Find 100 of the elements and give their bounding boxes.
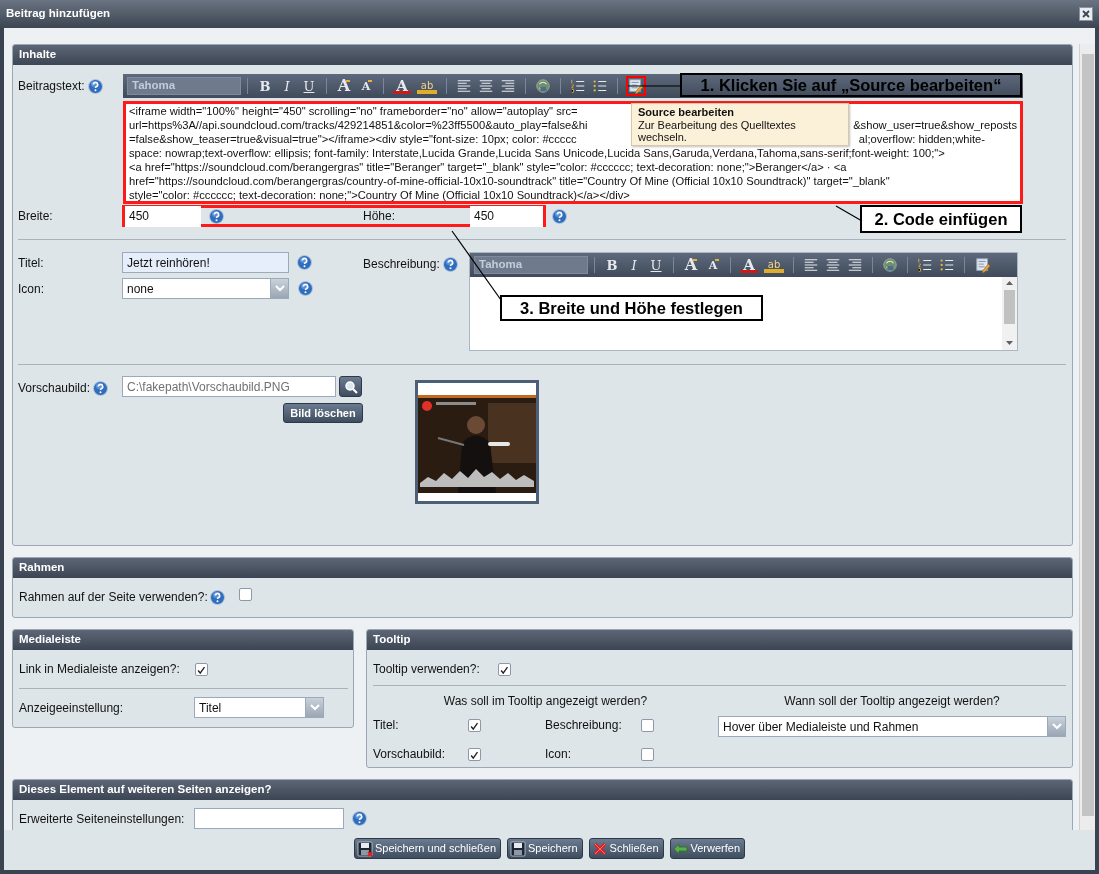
title-field[interactable]: Jetzt reinhören! xyxy=(122,252,289,273)
code-text: =false&show_teaser=true&visual=true"></iframe><div style="font-size: 10px; color: #ccccc xyxy=(129,132,577,146)
align-left-icon[interactable] xyxy=(456,77,472,95)
code-text: space: nowrap;text-overflow: ellipsis; font-family: Interstate,Lucida Grande,Lucida Sans Unicode,Lucida Sans,Garuda,Verdana,Tahoma,sans-serif;font-weight: 100;"> xyxy=(129,146,945,160)
width-field[interactable]: 450 xyxy=(125,205,201,227)
panel-title: Medialeiste xyxy=(19,632,81,648)
highlight-button[interactable]: ab xyxy=(762,255,786,275)
field-label: Titel: xyxy=(18,254,45,272)
field-label: Breite: xyxy=(18,208,54,225)
callout-label: 3. Breite und Höhe festlegen xyxy=(500,295,763,321)
field-label: Beitragstext: xyxy=(18,78,85,95)
checkbox[interactable] xyxy=(641,718,654,732)
display-dropdown[interactable]: Titel xyxy=(194,697,324,718)
bold-button[interactable]: B xyxy=(602,255,622,275)
help-icon[interactable] xyxy=(298,281,313,296)
field-label: Rahmen auf der Seite verwenden?: xyxy=(19,589,208,606)
align-center-icon[interactable] xyxy=(825,256,841,274)
field-label: Beschreibung: xyxy=(363,256,440,273)
italic-button[interactable]: I xyxy=(624,255,644,275)
code-text: <iframe width="100%" height="450" scrolling="no" frameborder="no" allow="autoplay" src= xyxy=(129,104,578,118)
field-label: Tooltip verwenden?: xyxy=(373,661,481,678)
code-text: <a href="https://soundcloud.com/berangergras" title="Beranger" target="_blank" style="color: #cccccc; text-decoration: none;">Beranger</a> · <a xyxy=(129,160,847,174)
checkbox[interactable] xyxy=(195,662,208,676)
panel-title: Tooltip xyxy=(373,632,411,648)
section-heading: Was soll im Tooltip angezeigt werden? xyxy=(442,693,649,710)
delete-image-button[interactable]: Bild löschen xyxy=(283,403,363,423)
search-button[interactable] xyxy=(339,376,362,397)
field-label: Beschreibung: xyxy=(545,717,623,734)
code-text: &show_user=true&show_reposts xyxy=(853,118,1017,132)
field-label: Vorschaubild: xyxy=(18,380,91,397)
leader-line xyxy=(835,205,863,222)
numbered-list-icon[interactable] xyxy=(570,77,586,95)
field-label: Icon: xyxy=(545,746,572,763)
callout-label: 1. Klicken Sie auf „Source bearbeiten“ xyxy=(680,73,1022,97)
align-center-icon[interactable] xyxy=(478,77,494,95)
globe-icon[interactable] xyxy=(535,77,551,95)
footer-button[interactable]: Speichern xyxy=(507,838,583,859)
code-text: href="https://soundcloud.com/berangergras/country-of-mine-official-10x10-soundtrack" title="Country Of Mine (Official 10x10 Soundtrack)" target="_blank" xyxy=(129,174,890,188)
highlight-button[interactable]: ab xyxy=(415,76,439,96)
footer-button[interactable]: Verwerfen xyxy=(669,838,746,859)
field-label: Höhe: xyxy=(363,208,397,225)
tooltip-trigger-dropdown[interactable]: Hover über Medialeiste und Rahmen xyxy=(718,716,1066,737)
document-edit-icon[interactable] xyxy=(628,77,644,95)
save-icon xyxy=(510,840,527,857)
underline-button[interactable]: U xyxy=(646,255,666,275)
code-field[interactable] xyxy=(123,101,1023,204)
scrollbar[interactable] xyxy=(1002,277,1017,350)
document-edit-icon[interactable] xyxy=(975,256,991,274)
font-color-button[interactable]: A xyxy=(738,255,760,275)
help-icon[interactable] xyxy=(297,255,312,270)
checkbox[interactable] xyxy=(238,588,252,601)
checkbox[interactable] xyxy=(498,662,511,676)
tooltip-title: Source bearbeiten xyxy=(638,106,735,119)
help-icon[interactable] xyxy=(442,256,458,272)
bullet-list-icon[interactable] xyxy=(592,77,608,95)
italic-button[interactable]: I xyxy=(277,76,297,96)
scrollbar[interactable] xyxy=(1079,44,1095,830)
tooltip-text: Zur Bearbeitung des Quelltextes wechseln. xyxy=(638,118,797,144)
bullet-list-icon[interactable] xyxy=(939,256,955,274)
footer-button[interactable]: Speichern und schließen xyxy=(353,838,502,859)
checkbox[interactable] xyxy=(468,718,481,732)
callout-label: 2. Code einfügen xyxy=(860,205,1022,233)
pages-field[interactable] xyxy=(194,808,344,829)
code-text: al;overflow: hidden;white- xyxy=(858,132,985,146)
help-icon[interactable] xyxy=(552,208,567,224)
close-icon[interactable] xyxy=(1079,7,1093,21)
align-right-icon[interactable] xyxy=(847,256,863,274)
field-label: Link in Medialeiste anzeigen?: xyxy=(19,661,181,678)
field-label: Icon: xyxy=(18,280,45,298)
align-right-icon[interactable] xyxy=(500,77,516,95)
checkbox[interactable] xyxy=(641,747,654,761)
help-icon[interactable] xyxy=(87,78,103,94)
code-text: style="color: #cccccc; text-decoration: none;">Country Of Mine (Official 10x10 Soundtrack)</a></div> xyxy=(129,188,630,202)
field-label: Erweiterte Seiteneinstellungen: xyxy=(19,810,186,828)
panel-title: Dieses Element auf weiteren Seiten anzeigen? xyxy=(19,782,272,798)
window-title: Beitrag hinzufügen xyxy=(6,6,111,22)
panel-title: Rahmen xyxy=(19,560,65,576)
close-icon xyxy=(591,840,608,857)
underline-button[interactable]: U xyxy=(299,76,319,96)
field-label: Vorschaubild: xyxy=(373,746,447,763)
help-icon[interactable] xyxy=(352,811,367,826)
font-color-button[interactable]: A xyxy=(391,76,413,96)
checkbox[interactable] xyxy=(468,747,481,761)
code-text: url=https%3A//api.soundcloud.com/tracks/429214851&color=%23ff5500&auto_play=false&hi xyxy=(129,118,588,132)
file-field[interactable]: C:\fakepath\Vorschaubild.PNG xyxy=(122,376,336,397)
footer-button[interactable]: Schließen xyxy=(588,838,664,859)
help-icon[interactable] xyxy=(93,380,109,396)
leader-line xyxy=(627,85,681,87)
icon-dropdown[interactable]: none xyxy=(122,278,289,299)
numbered-list-icon[interactable] xyxy=(917,256,933,274)
bold-button[interactable]: B xyxy=(255,76,275,96)
field-label: Titel: xyxy=(373,717,400,734)
height-field[interactable]: 450 xyxy=(470,205,543,227)
field-label: Anzeigeeinstellung: xyxy=(19,699,125,717)
globe-icon[interactable] xyxy=(882,256,898,274)
help-icon[interactable] xyxy=(209,589,225,605)
section-heading: Wann soll der Tooltip angezeigt werden? xyxy=(783,693,1001,710)
search-icon xyxy=(343,379,358,394)
help-icon[interactable] xyxy=(209,208,224,224)
align-left-icon[interactable] xyxy=(803,256,819,274)
